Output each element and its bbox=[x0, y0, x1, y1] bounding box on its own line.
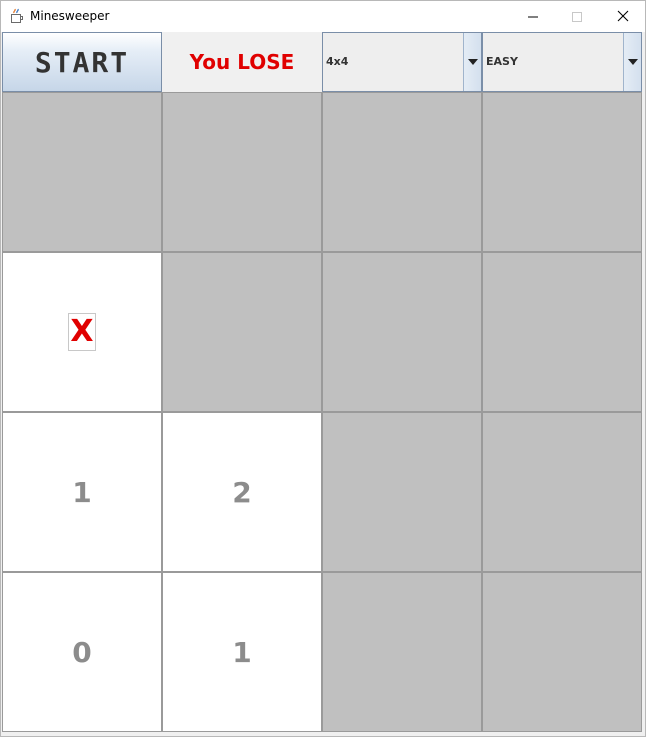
close-button[interactable] bbox=[600, 1, 645, 31]
covered-cell[interactable] bbox=[322, 572, 482, 732]
adjacent-mine-count: 2 bbox=[232, 475, 252, 509]
start-button-label: START bbox=[34, 45, 130, 79]
start-button[interactable]: START bbox=[2, 32, 162, 92]
covered-cell[interactable] bbox=[482, 92, 642, 252]
chevron-down-icon[interactable] bbox=[463, 33, 481, 91]
difficulty-select[interactable]: EASY bbox=[482, 32, 642, 92]
board-size-select[interactable]: 4x4 bbox=[322, 32, 482, 92]
mine-cell[interactable]: X bbox=[2, 252, 162, 412]
game-status-label: You LOSE bbox=[189, 50, 295, 74]
covered-cell[interactable] bbox=[162, 92, 322, 252]
maximize-icon bbox=[571, 7, 582, 26]
minefield-grid: X 1 2 0 1 bbox=[2, 92, 642, 732]
app-window: Minesweeper START You LOSE 4x4 EASY X 1 … bbox=[0, 0, 646, 737]
covered-cell[interactable] bbox=[482, 252, 642, 412]
control-bar: START You LOSE 4x4 EASY bbox=[2, 32, 642, 92]
chevron-down-icon[interactable] bbox=[623, 33, 641, 91]
covered-cell[interactable] bbox=[322, 252, 482, 412]
covered-cell[interactable] bbox=[322, 92, 482, 252]
window-bottom-edge bbox=[1, 732, 645, 736]
adjacent-mine-count: 1 bbox=[72, 475, 92, 509]
revealed-cell[interactable]: 2 bbox=[162, 412, 322, 572]
covered-cell[interactable] bbox=[322, 412, 482, 572]
adjacent-mine-count: 1 bbox=[232, 635, 252, 669]
covered-cell[interactable] bbox=[2, 92, 162, 252]
mine-marker: X bbox=[68, 313, 96, 351]
close-icon bbox=[617, 7, 629, 26]
window-title: Minesweeper bbox=[30, 9, 110, 23]
covered-cell[interactable] bbox=[162, 252, 322, 412]
revealed-cell[interactable]: 0 bbox=[2, 572, 162, 732]
maximize-button[interactable] bbox=[554, 1, 599, 31]
revealed-cell[interactable]: 1 bbox=[162, 572, 322, 732]
adjacent-mine-count: 0 bbox=[72, 635, 92, 669]
difficulty-value: EASY bbox=[486, 55, 518, 68]
revealed-cell[interactable]: 1 bbox=[2, 412, 162, 572]
title-bar[interactable]: Minesweeper bbox=[1, 1, 645, 32]
covered-cell[interactable] bbox=[482, 572, 642, 732]
covered-cell[interactable] bbox=[482, 412, 642, 572]
board-size-value: 4x4 bbox=[326, 55, 349, 68]
minimize-icon bbox=[527, 7, 538, 26]
minimize-button[interactable] bbox=[510, 1, 555, 31]
java-coffee-icon bbox=[10, 8, 24, 24]
